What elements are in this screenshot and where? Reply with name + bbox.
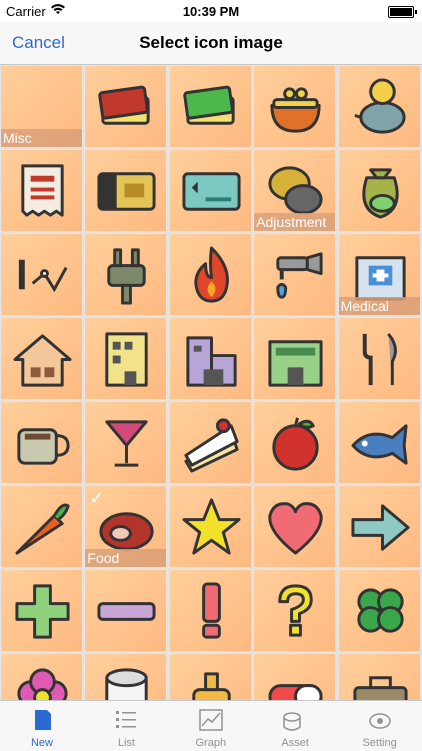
navigation-bar: Cancel Select icon image [0, 22, 422, 65]
icon-cell-fish[interactable] [337, 401, 421, 484]
icon-cell-stock-chart[interactable] [0, 233, 83, 316]
icon-cell-clover[interactable] [337, 569, 421, 652]
icon-caption: Medical [338, 297, 420, 315]
icon-cell-cocktail[interactable] [84, 401, 168, 484]
graph-icon [198, 707, 224, 733]
icon-grid: Misc Adjustment Medical ✓ Food [0, 65, 422, 700]
icon-cell-store-green[interactable] [253, 317, 337, 400]
setting-icon [367, 707, 393, 733]
selected-check-icon: ✓ [89, 488, 105, 508]
icon-cell-house[interactable] [0, 317, 83, 400]
icon-cell-bag[interactable] [337, 653, 421, 700]
icon-cell-card-red[interactable] [84, 65, 168, 148]
tab-label: New [30, 737, 53, 749]
tab-new[interactable]: New [0, 701, 84, 751]
icon-cell-piggy-bank[interactable] [337, 65, 421, 148]
icon-cell-pill[interactable] [253, 653, 337, 700]
icon-cell-cake[interactable] [168, 401, 252, 484]
icon-caption: Food [85, 549, 167, 567]
icon-cell-fork-knife[interactable] [337, 317, 421, 400]
page-title: Select icon image [139, 33, 283, 52]
clock: 10:39 PM [182, 4, 240, 19]
icon-cell-faucet[interactable] [253, 233, 337, 316]
battery-icon [388, 6, 417, 18]
icon-caption: Misc [1, 129, 82, 147]
list-icon [113, 707, 139, 733]
tab-label: Asset [281, 737, 309, 749]
icon-cell-money-bag[interactable] [337, 149, 421, 232]
icon-cell-credit-card-gold[interactable] [84, 149, 168, 232]
icon-cell-apple[interactable] [253, 401, 337, 484]
new-icon [29, 707, 55, 733]
icon-cell-plug[interactable] [84, 233, 168, 316]
icon-cell-question[interactable] [253, 569, 337, 652]
tab-asset[interactable]: Asset [253, 701, 337, 751]
icon-cell-minus[interactable] [84, 569, 168, 652]
icon-cell-card-green[interactable] [168, 65, 252, 148]
tab-list[interactable]: List [84, 701, 168, 751]
tab-bar: New List Graph Asset Setting [0, 700, 422, 751]
icon-cell-coin-purse[interactable] [253, 65, 337, 148]
icon-cell-credit-card-teal[interactable] [168, 149, 252, 232]
tab-label: Graph [195, 737, 227, 749]
tab-label: Setting [362, 737, 397, 749]
icon-cell-star[interactable] [168, 485, 252, 568]
icon-cell-arrow-right[interactable] [337, 485, 421, 568]
icon-cell-bottle[interactable] [168, 653, 252, 700]
icon-cell-coffee-cup[interactable] [0, 401, 83, 484]
icon-cell-hospital[interactable]: Medical [337, 233, 421, 316]
icon-caption: Adjustment [254, 213, 336, 231]
tab-graph[interactable]: Graph [169, 701, 253, 751]
icon-cell-building-yellow[interactable] [84, 317, 168, 400]
icon-cell-misc[interactable]: Misc [0, 65, 83, 148]
icon-cell-exclamation[interactable] [168, 569, 252, 652]
status-bar: Carrier 10:39 PM [0, 0, 422, 22]
icon-cell-meat[interactable]: ✓ Food [84, 485, 168, 568]
icon-cell-heart[interactable] [253, 485, 337, 568]
tab-setting[interactable]: Setting [338, 701, 422, 751]
icon-cell-toilet-paper[interactable] [84, 653, 168, 700]
icon-cell-plus[interactable] [0, 569, 83, 652]
asset-icon [282, 707, 308, 733]
icon-cell-building-purple[interactable] [168, 317, 252, 400]
icon-cell-coins[interactable]: Adjustment [253, 149, 337, 232]
icon-cell-flower[interactable] [0, 653, 83, 700]
icon-cell-fire[interactable] [168, 233, 252, 316]
tab-label: List [117, 737, 135, 749]
icon-cell-receipt[interactable] [0, 149, 83, 232]
icon-cell-carrot[interactable] [0, 485, 83, 568]
